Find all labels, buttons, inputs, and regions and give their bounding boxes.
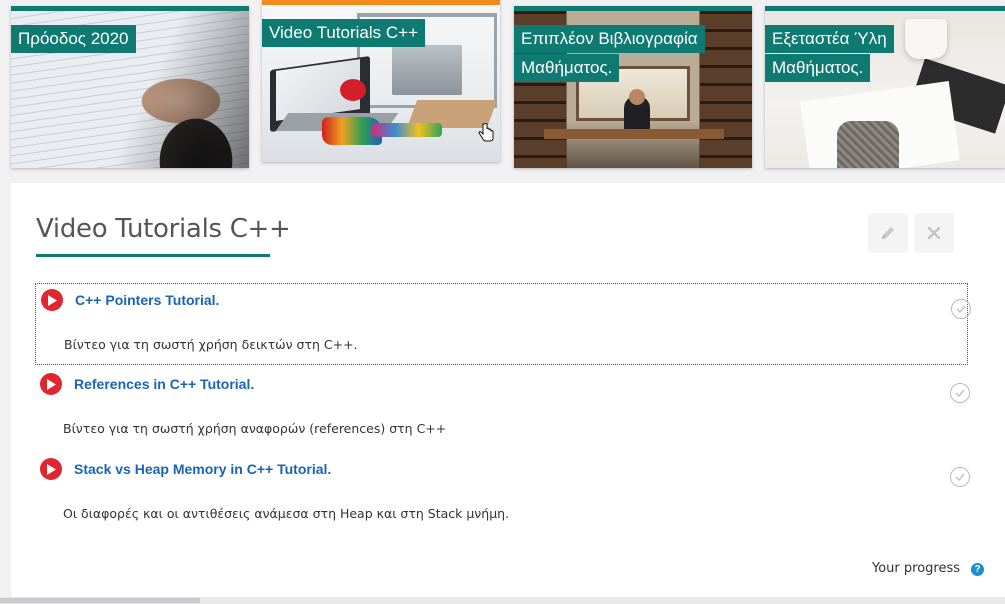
tile-extra-bibliography[interactable]: Επιπλέον Βιβλιογραφία Μαθήματος. bbox=[514, 6, 752, 168]
section-panel: Video Tutorials C++ C++ Pointers Tutoria… bbox=[11, 183, 1005, 597]
scrollbar-thumb[interactable] bbox=[0, 598, 200, 603]
tile-title-line-2: Μαθήματος. bbox=[514, 54, 620, 82]
course-tiles: Πρόοδος 2020 Video Tutorials C++ Επιπλέο… bbox=[0, 0, 1005, 180]
activity-link[interactable]: References in C++ Tutorial. bbox=[74, 376, 254, 392]
activity-description: Βίντεο για τη σωστή χρήση δεικτών στη C+… bbox=[64, 337, 358, 352]
pencil-icon bbox=[882, 227, 894, 239]
close-section-button[interactable] bbox=[914, 213, 954, 253]
tile-title-line-2: Μαθήματος. bbox=[765, 54, 871, 82]
hand-cursor-icon bbox=[478, 123, 494, 142]
activity-item[interactable]: Stack vs Heap Memory in C++ Tutorial. Οι… bbox=[35, 453, 970, 535]
play-video-icon bbox=[41, 289, 63, 311]
completion-checkbox[interactable] bbox=[950, 467, 970, 487]
your-progress-label: Your progress bbox=[872, 561, 961, 576]
tile-title: Πρόοδος 2020 bbox=[11, 25, 136, 53]
activity-item[interactable]: C++ Pointers Tutorial. Βίντεο για τη σωσ… bbox=[35, 283, 971, 365]
title-underline bbox=[36, 254, 270, 257]
tile-title: Επιπλέον Βιβλιογραφία bbox=[514, 25, 705, 53]
edit-section-button[interactable] bbox=[868, 213, 908, 253]
tile-title: Video Tutorials C++ bbox=[262, 19, 425, 47]
activity-link[interactable]: Stack vs Heap Memory in C++ Tutorial. bbox=[74, 461, 331, 477]
tile-progress-2020[interactable]: Πρόοδος 2020 bbox=[11, 6, 249, 168]
activity-description: Βίντεο για τη σωστή χρήση αναφορών (refe… bbox=[63, 421, 447, 436]
close-icon bbox=[928, 227, 940, 239]
activity-description: Οι διαφορές και οι αντιθέσεις ανάμεσα στ… bbox=[63, 506, 510, 521]
tile-title: Εξεταστέα Ύλη bbox=[765, 25, 894, 53]
help-icon[interactable]: ? bbox=[971, 563, 984, 576]
completion-checkbox[interactable] bbox=[950, 383, 970, 403]
check-icon bbox=[955, 473, 965, 481]
completion-checkbox[interactable] bbox=[951, 299, 971, 319]
play-video-icon bbox=[40, 373, 62, 395]
check-icon bbox=[955, 389, 965, 397]
section-title: Video Tutorials C++ bbox=[36, 214, 291, 244]
play-video-icon bbox=[40, 458, 62, 480]
tile-video-tutorials[interactable]: Video Tutorials C++ bbox=[262, 0, 500, 162]
check-icon bbox=[956, 305, 966, 313]
tile-exam-material[interactable]: Εξεταστέα Ύλη Μαθήματος. bbox=[765, 6, 1005, 168]
activity-item[interactable]: References in C++ Tutorial. Βίντεο για τ… bbox=[35, 368, 970, 450]
activity-link[interactable]: C++ Pointers Tutorial. bbox=[75, 292, 219, 308]
